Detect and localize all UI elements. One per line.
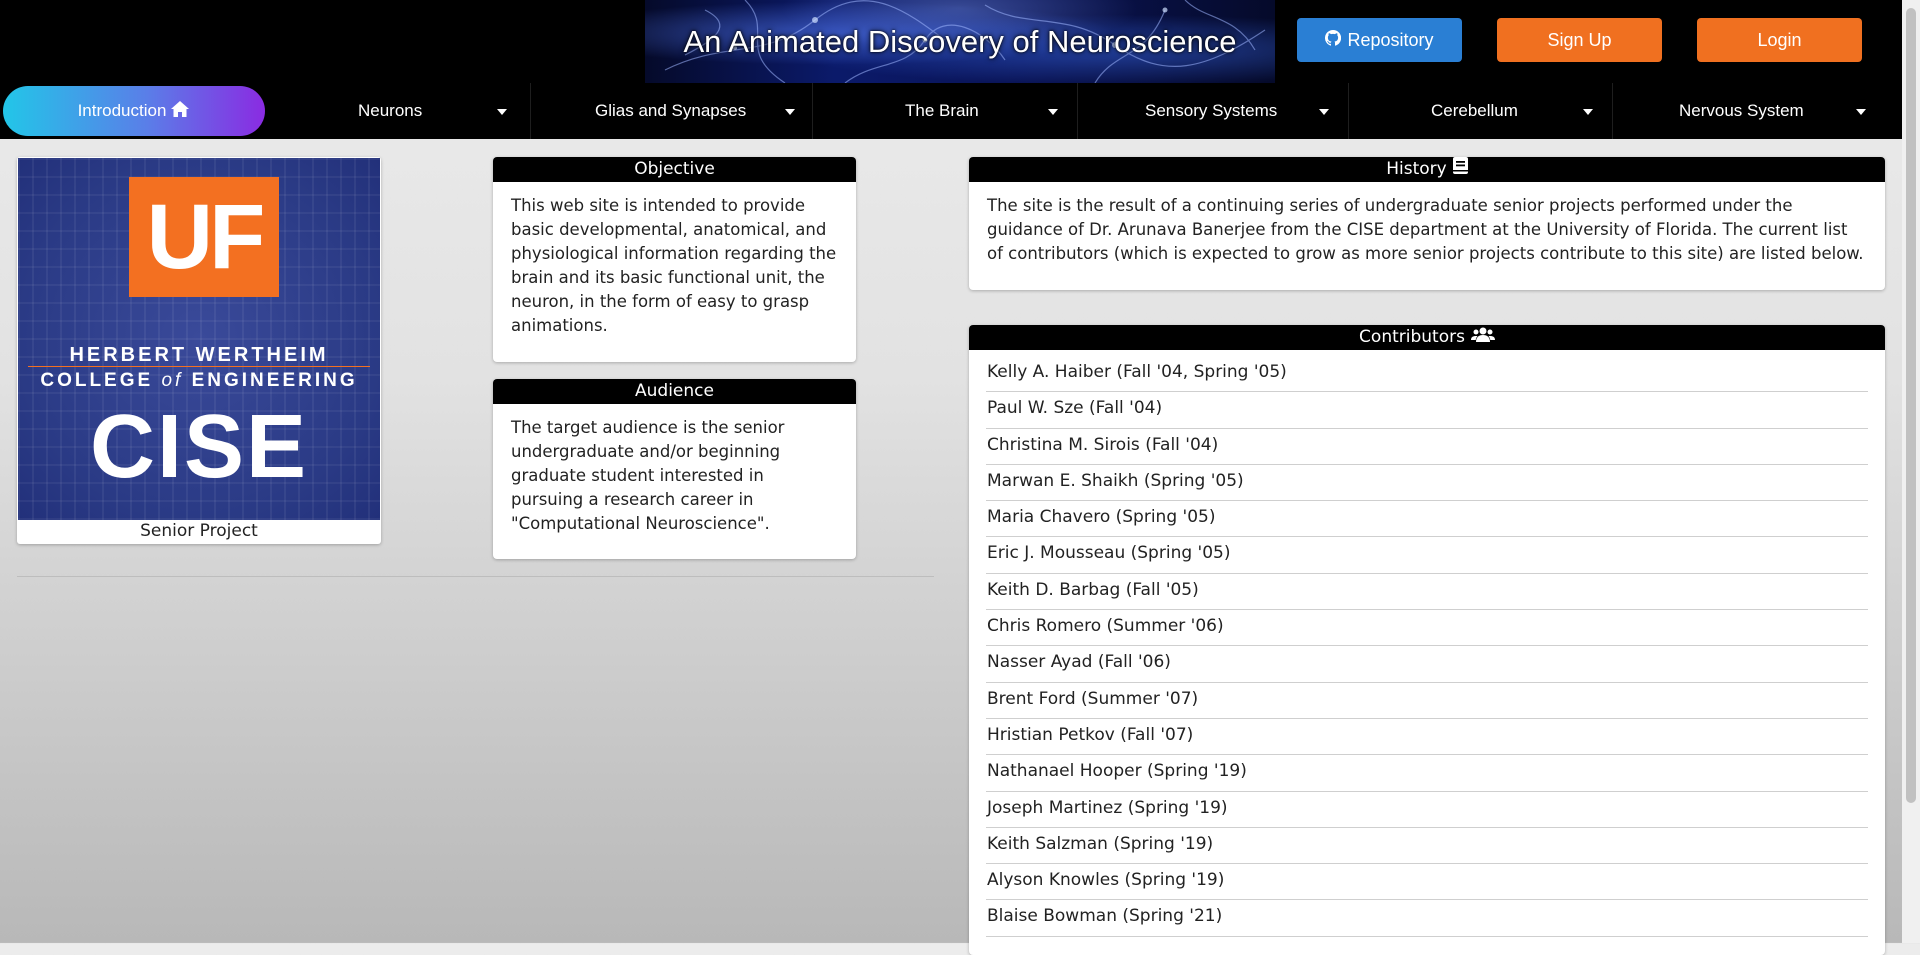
section-divider bbox=[17, 576, 934, 577]
contributors-title: Contributors bbox=[1359, 327, 1465, 347]
site-title: An Animated Discovery of Neuroscience bbox=[683, 23, 1237, 59]
caret-down-icon bbox=[497, 109, 507, 115]
nav-sensory-label: Sensory Systems bbox=[1145, 101, 1278, 120]
objective-text: This web site is intended to provide bas… bbox=[511, 196, 837, 335]
list-item: Paul W. Sze (Fall '04) bbox=[986, 392, 1868, 429]
caret-down-icon bbox=[1583, 109, 1593, 115]
audience-text: The target audience is the senior underg… bbox=[511, 418, 785, 533]
sign-up-button[interactable]: Sign Up bbox=[1497, 18, 1662, 62]
nav-the-brain[interactable]: The Brain bbox=[813, 83, 1078, 139]
nav-cerebellum-label: Cerebellum bbox=[1431, 101, 1518, 120]
history-text: The site is the result of a continuing s… bbox=[987, 196, 1864, 263]
list-item: Brent Ford (Summer '07) bbox=[986, 683, 1868, 719]
nav-cerebellum[interactable]: Cerebellum bbox=[1349, 83, 1613, 139]
book-icon bbox=[1452, 157, 1468, 182]
users-icon bbox=[1470, 325, 1495, 350]
history-card: History The site is the result of a cont… bbox=[969, 157, 1885, 290]
home-icon bbox=[170, 100, 190, 123]
contributors-list: Kelly A. Haiber (Fall '04, Spring '05) P… bbox=[969, 350, 1885, 955]
audience-heading: Audience bbox=[493, 379, 856, 404]
list-item: Eric J. Mousseau (Spring '05) bbox=[986, 537, 1868, 574]
nav-neurons[interactable]: Neurons bbox=[265, 83, 531, 139]
list-item: Christina M. Sirois (Fall '04) bbox=[986, 429, 1868, 465]
audience-title: Audience bbox=[635, 381, 714, 401]
history-title: History bbox=[1386, 159, 1447, 179]
objective-title: Objective bbox=[634, 159, 715, 179]
contributors-card: Contributors Kelly A. Haiber (Fall '04, … bbox=[969, 325, 1885, 955]
nav-glias-label: Glias and Synapses bbox=[595, 101, 747, 120]
list-item: Keith Salzman (Spring '19) bbox=[986, 828, 1868, 865]
cise-wordmark: CISE bbox=[89, 397, 309, 497]
list-item: Hristian Petkov (Fall '07) bbox=[986, 719, 1868, 756]
banner-image: An Animated Discovery of Neuroscience bbox=[645, 0, 1275, 83]
login-button[interactable]: Login bbox=[1697, 18, 1862, 62]
nav-sensory-systems[interactable]: Sensory Systems bbox=[1078, 83, 1349, 139]
nav-introduction-label: Introduction bbox=[77, 101, 167, 120]
senior-project-card: UF HERBERT WERTHEIM COLLEGE of ENGINEERI… bbox=[17, 157, 381, 544]
main-nav: Introduction Neurons Glias and Synapses … bbox=[0, 83, 1902, 139]
top-header: An Animated Discovery of Neuroscience Re… bbox=[0, 0, 1920, 83]
caret-down-icon bbox=[1319, 109, 1329, 115]
list-item: Keith D. Barbag (Fall '05) bbox=[986, 574, 1868, 611]
repository-label: Repository bbox=[1347, 29, 1434, 50]
page-scrollbar[interactable] bbox=[1902, 0, 1920, 943]
caret-down-icon bbox=[1048, 109, 1058, 115]
logo-line-2: COLLEGE of ENGINEERING bbox=[40, 370, 358, 391]
scrollbar-thumb[interactable] bbox=[1906, 8, 1916, 803]
nav-glias-and-synapses[interactable]: Glias and Synapses bbox=[531, 83, 813, 139]
logo-line-1: HERBERT WERTHEIM bbox=[69, 344, 329, 366]
history-heading: History bbox=[969, 157, 1885, 182]
caret-down-icon bbox=[1856, 109, 1866, 115]
nav-introduction[interactable]: Introduction bbox=[3, 86, 265, 136]
list-item: Kelly A. Haiber (Fall '04, Spring '05) bbox=[986, 356, 1868, 393]
objective-heading: Objective bbox=[493, 157, 856, 182]
nav-nervous-label: Nervous System bbox=[1679, 101, 1804, 120]
caret-down-icon bbox=[785, 109, 795, 115]
nav-the-brain-label: The Brain bbox=[905, 101, 979, 120]
objective-card: Objective This web site is intended to p… bbox=[493, 157, 856, 362]
repository-button[interactable]: Repository bbox=[1297, 18, 1462, 62]
list-item: Nasser Ayad (Fall '06) bbox=[986, 646, 1868, 683]
nav-neurons-label: Neurons bbox=[358, 101, 423, 120]
uf-logo: UF bbox=[129, 177, 279, 297]
list-item: Maria Chavero (Spring '05) bbox=[986, 501, 1868, 538]
list-item: Alyson Knowles (Spring '19) bbox=[986, 864, 1868, 901]
list-item: Chris Romero (Summer '06) bbox=[986, 610, 1868, 647]
github-icon bbox=[1325, 29, 1342, 51]
list-item: Blaise Bowman (Spring '21) bbox=[986, 900, 1868, 937]
audience-card: Audience The target audience is the seni… bbox=[493, 379, 856, 559]
list-item: Marwan E. Shaikh (Spring '05) bbox=[986, 465, 1868, 502]
list-item bbox=[986, 937, 1868, 955]
list-item: Joseph Martinez (Spring '19) bbox=[986, 792, 1868, 828]
contributors-heading: Contributors bbox=[969, 325, 1885, 350]
logo-divider bbox=[28, 366, 370, 367]
list-item: Nathanael Hooper (Spring '19) bbox=[986, 755, 1868, 792]
cise-logo-image: UF HERBERT WERTHEIM COLLEGE of ENGINEERI… bbox=[18, 158, 380, 520]
nav-nervous-system[interactable]: Nervous System bbox=[1613, 83, 1902, 139]
logo-caption: Senior Project bbox=[140, 521, 258, 541]
